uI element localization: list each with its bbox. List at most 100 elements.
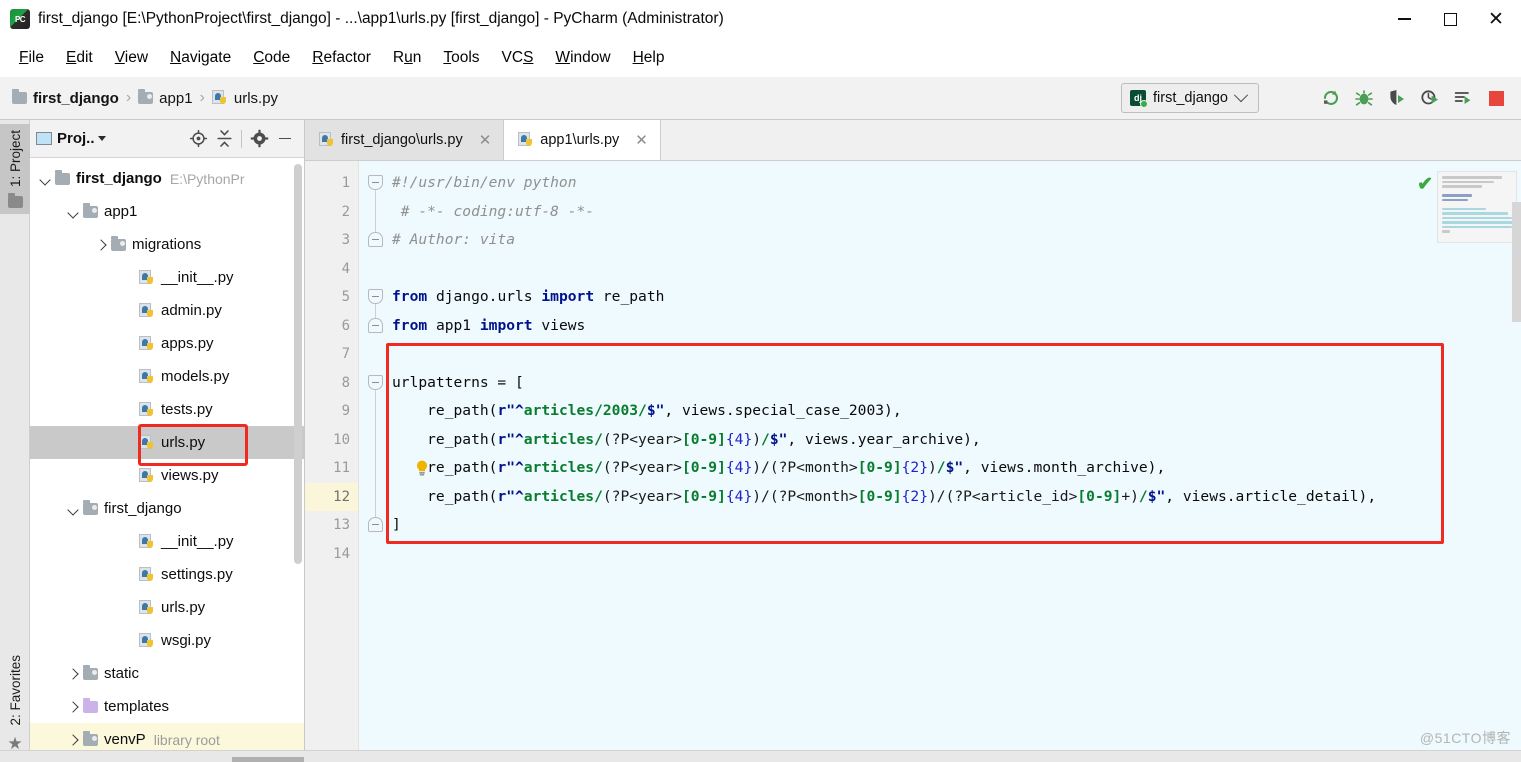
chevron-down-icon[interactable] (38, 172, 52, 186)
chevron-right-icon[interactable] (66, 667, 80, 681)
tree-item-__init__-py[interactable]: __init__.py (30, 525, 304, 558)
navigation-bar: first_django › app1 › urls.py first_django (0, 77, 1521, 120)
tree-item-views-py[interactable]: views.py (30, 459, 304, 492)
tree-item-migrations[interactable]: migrations (30, 228, 304, 261)
tree-item-models-py[interactable]: models.py (30, 360, 304, 393)
fold-marker[interactable] (368, 317, 383, 333)
run-toolbar (1318, 83, 1509, 113)
menu-item-view[interactable]: View (104, 46, 159, 70)
tree-item-first_django[interactable]: first_django E:\PythonPr (30, 162, 304, 195)
breadcrumb-separator: › (199, 89, 205, 106)
python-file-icon (139, 302, 155, 319)
code-content[interactable]: #!/usr/bin/env python # -*- coding:utf-8… (305, 161, 1521, 762)
tree-item-admin-py[interactable]: admin.py (30, 294, 304, 327)
menu-item-vcs[interactable]: VCS (491, 46, 545, 70)
tree-item-label: urls.py (161, 434, 206, 451)
run-configuration-label: first_django (1153, 90, 1228, 106)
tree-item-label: settings.py (161, 566, 233, 583)
minimap-row (1442, 230, 1450, 233)
fold-marker[interactable] (368, 175, 383, 190)
code-token: #!/usr/bin/env python (392, 174, 577, 191)
module-folder-icon (138, 89, 154, 104)
tree-item-templates[interactable]: templates (30, 690, 304, 723)
code-line-3: # Author: vita (392, 226, 1521, 255)
close-icon[interactable]: ✕ (479, 133, 492, 148)
fold-marker[interactable] (368, 289, 383, 304)
tree-item-app1[interactable]: app1 (30, 195, 304, 228)
profile-button[interactable] (1417, 85, 1443, 111)
fold-marker[interactable] (368, 517, 383, 532)
python-file-icon (139, 467, 155, 484)
run-to-line-button[interactable] (1450, 85, 1476, 111)
django-icon (1130, 90, 1148, 108)
code-line-6: from app1 import views (392, 312, 1521, 341)
tree-item-wsgi-py[interactable]: wsgi.py (30, 624, 304, 657)
editor-scrollbar[interactable] (1512, 202, 1521, 322)
breadcrumb-item-urls-py[interactable]: urls.py (211, 90, 278, 107)
tree-item-apps-py[interactable]: apps.py (30, 327, 304, 360)
tree-item-tests-py[interactable]: tests.py (30, 393, 304, 426)
tree-item-urls-py[interactable]: urls.py (30, 591, 304, 624)
menu-item-code[interactable]: Code (242, 46, 301, 70)
menu-item-edit[interactable]: Edit (55, 46, 104, 70)
fold-marker[interactable] (368, 232, 383, 247)
run-configuration-selector[interactable]: first_django (1121, 83, 1259, 113)
maximize-button[interactable] (1427, 0, 1473, 38)
menu-item-tools[interactable]: Tools (432, 46, 490, 70)
close-icon[interactable]: ✕ (635, 133, 648, 148)
code-editor[interactable]: 1 2 3 4 5 6 7 8 9 10 11 12 13 14 #!/usr/bin/env pytho… (305, 161, 1521, 762)
minimize-button[interactable] (1381, 0, 1427, 38)
breadcrumb-item-app1[interactable]: app1 (138, 89, 193, 107)
stop-button[interactable] (1483, 85, 1509, 111)
tree-item-first_django[interactable]: first_django (30, 492, 304, 525)
chevron-right-icon[interactable] (66, 733, 80, 747)
chevron-right-icon[interactable] (66, 700, 80, 714)
folder-icon (12, 89, 27, 104)
sidebar-item-project[interactable]: 1: Project (0, 124, 30, 215)
project-scrollbar[interactable] (294, 164, 302, 564)
rerun-button[interactable] (1318, 85, 1344, 111)
locate-icon[interactable] (185, 126, 211, 152)
tree-item-settings-py[interactable]: settings.py (30, 558, 304, 591)
tree-item-label: first_django (104, 500, 182, 517)
code-line-8: urlpatterns = [ (392, 369, 1521, 398)
code-line-12: re_path(r"^articles/(?P<year>[0-9]{4})/(… (305, 482, 1521, 512)
code-minimap[interactable] (1437, 171, 1517, 243)
tree-item-urls-py[interactable]: urls.py (30, 426, 304, 459)
menu-item-window[interactable]: Window (544, 46, 621, 70)
menu-item-navigate[interactable]: Navigate (159, 46, 242, 70)
tree-item-__init__-py[interactable]: __init__.py (30, 261, 304, 294)
chevron-down-icon[interactable] (66, 205, 80, 219)
debug-button[interactable] (1351, 85, 1377, 111)
sidebar-item-favorites[interactable]: 2: Favorites ★ (0, 649, 30, 758)
gear-icon[interactable] (246, 126, 272, 152)
menu-item-help[interactable]: Help (622, 46, 676, 70)
menu-item-file[interactable]: File (8, 46, 55, 70)
coverage-button[interactable] (1384, 85, 1410, 111)
menu-item-run[interactable]: Run (382, 46, 432, 70)
module-folder-icon (83, 664, 98, 680)
panel-resize-handle[interactable] (232, 757, 304, 762)
line-number: 1 (341, 175, 350, 191)
chevron-right-icon[interactable] (94, 238, 108, 252)
editor-tab-app1-urls-py[interactable]: app1\urls.py ✕ (504, 120, 661, 160)
fold-gutter (359, 161, 392, 762)
collapse-all-icon[interactable] (211, 126, 237, 152)
close-button[interactable]: ✕ (1473, 0, 1521, 38)
editor-area: first_django\urls.py ✕ app1\urls.py ✕ 12345… (305, 120, 1521, 762)
breadcrumb-item-first_django[interactable]: first_django (12, 89, 119, 107)
lightbulb-icon[interactable] (413, 459, 431, 477)
fold-marker[interactable] (368, 374, 383, 390)
code-token: django.urls (427, 288, 542, 305)
project-panel-title[interactable]: Proj.. (36, 130, 106, 147)
chevron-down-icon[interactable] (66, 502, 80, 516)
minimap-row (1442, 207, 1486, 210)
editor-tab-first_django-urls-py[interactable]: first_django\urls.py ✕ (305, 120, 505, 160)
tree-item-static[interactable]: static (30, 657, 304, 690)
minimize-icon[interactable] (272, 126, 298, 152)
menu-item-refactor[interactable]: Refactor (301, 46, 382, 70)
python-file-icon (139, 368, 155, 385)
